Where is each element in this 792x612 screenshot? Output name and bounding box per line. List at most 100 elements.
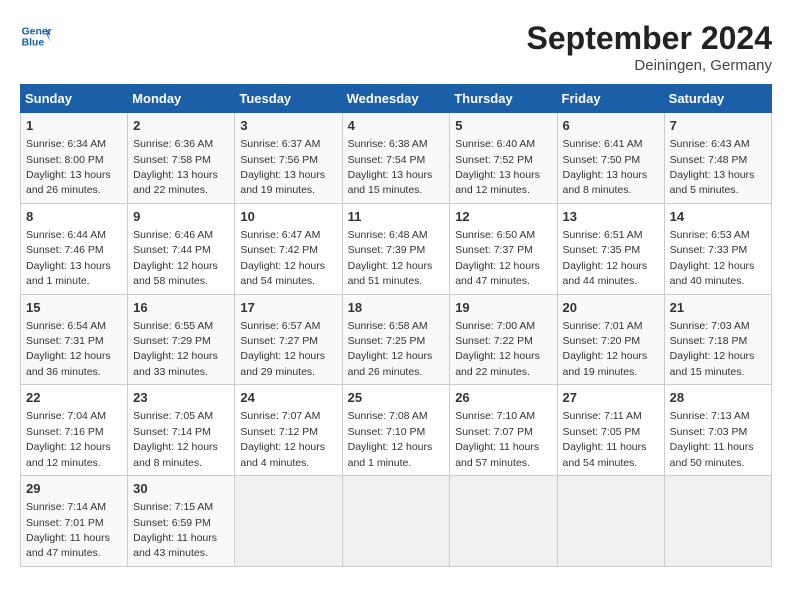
day-info: Sunrise: 6:41 AM Sunset: 7:50 PM Dayligh… [563,138,648,196]
day-info: Sunrise: 6:47 AM Sunset: 7:42 PM Dayligh… [240,229,325,287]
day-info: Sunrise: 6:57 AM Sunset: 7:27 PM Dayligh… [240,320,325,378]
day-number: 6 [563,117,659,135]
calendar-day-cell: 23Sunrise: 7:05 AM Sunset: 7:14 PM Dayli… [128,385,235,476]
svg-text:Blue: Blue [22,38,45,49]
calendar-day-cell [235,476,342,567]
day-info: Sunrise: 6:55 AM Sunset: 7:29 PM Dayligh… [133,320,218,378]
weekday-header: Thursday [450,85,557,113]
day-info: Sunrise: 6:54 AM Sunset: 7:31 PM Dayligh… [26,320,111,378]
day-info: Sunrise: 6:53 AM Sunset: 7:33 PM Dayligh… [670,229,755,287]
weekday-header: Monday [128,85,235,113]
calendar-day-cell: 13Sunrise: 6:51 AM Sunset: 7:35 PM Dayli… [557,203,664,294]
day-number: 26 [455,389,551,407]
day-number: 12 [455,208,551,226]
day-number: 28 [670,389,766,407]
day-number: 27 [563,389,659,407]
day-number: 13 [563,208,659,226]
day-info: Sunrise: 6:46 AM Sunset: 7:44 PM Dayligh… [133,229,218,287]
calendar-day-cell: 16 Sunrise: 6:55 AM Sunset: 7:29 PM Dayli… [128,294,235,385]
day-info: Sunrise: 7:10 AM Sunset: 7:07 PM Dayligh… [455,410,539,468]
calendar-week-row: 15 Sunrise: 6:54 AM Sunset: 7:31 PM Dayli… [21,294,772,385]
calendar-table: SundayMondayTuesdayWednesdayThursdayFrid… [20,84,772,567]
title-area: September 2024 Deiningen, Germany [527,20,772,74]
day-number: 11 [348,208,445,226]
calendar-day-cell [557,476,664,567]
day-info: Sunrise: 6:50 AM Sunset: 7:37 PM Dayligh… [455,229,540,287]
day-number: 25 [348,389,445,407]
day-number: 1 [26,117,122,135]
day-number: 24 [240,389,336,407]
calendar-day-cell: 22 Sunrise: 7:04 AM Sunset: 7:16 PM Dayli… [21,385,128,476]
calendar-day-cell [342,476,450,567]
day-info: Sunrise: 6:58 AM Sunset: 7:25 PM Dayligh… [348,320,433,378]
day-number: 4 [348,117,445,135]
day-info: Sunrise: 6:40 AM Sunset: 7:52 PM Dayligh… [455,138,540,196]
calendar-day-cell: 27 Sunrise: 7:11 AM Sunset: 7:05 PM Dayli… [557,385,664,476]
calendar-week-row: 29 Sunrise: 7:14 AM Sunset: 7:01 PM Dayli… [21,476,772,567]
header-row: SundayMondayTuesdayWednesdayThursdayFrid… [21,85,772,113]
calendar-day-cell: 9Sunrise: 6:46 AM Sunset: 7:44 PM Daylig… [128,203,235,294]
calendar-day-cell: 20Sunrise: 7:01 AM Sunset: 7:20 PM Dayli… [557,294,664,385]
calendar-day-cell: 14 Sunrise: 6:53 AM Sunset: 7:33 PM Dayli… [664,203,771,294]
day-info: Sunrise: 7:14 AM Sunset: 7:01 PM Dayligh… [26,501,110,559]
day-info: Sunrise: 7:05 AM Sunset: 7:14 PM Dayligh… [133,410,218,468]
month-title: September 2024 [527,20,772,57]
calendar-day-cell [450,476,557,567]
day-number: 20 [563,299,659,317]
day-number: 2 [133,117,229,135]
calendar-day-cell: 25 Sunrise: 7:08 AM Sunset: 7:10 PM Dayli… [342,385,450,476]
calendar-week-row: 1 Sunrise: 6:34 AM Sunset: 8:00 PM Daylig… [21,113,772,204]
day-number: 17 [240,299,336,317]
day-number: 7 [670,117,766,135]
day-number: 18 [348,299,445,317]
day-info: Sunrise: 6:48 AM Sunset: 7:39 PM Dayligh… [348,229,433,287]
weekday-header: Saturday [664,85,771,113]
day-info: Sunrise: 7:00 AM Sunset: 7:22 PM Dayligh… [455,320,540,378]
day-number: 3 [240,117,336,135]
day-info: Sunrise: 6:44 AM Sunset: 7:46 PM Dayligh… [26,229,111,287]
calendar-day-cell: 19Sunrise: 7:00 AM Sunset: 7:22 PM Dayli… [450,294,557,385]
day-number: 8 [26,208,122,226]
weekday-header: Wednesday [342,85,450,113]
calendar-day-cell: 7Sunrise: 6:43 AM Sunset: 7:48 PM Daylig… [664,113,771,204]
day-number: 21 [670,299,766,317]
weekday-header: Tuesday [235,85,342,113]
calendar-day-cell: 15 Sunrise: 6:54 AM Sunset: 7:31 PM Dayli… [21,294,128,385]
day-info: Sunrise: 6:38 AM Sunset: 7:54 PM Dayligh… [348,138,433,196]
day-number: 14 [670,208,766,226]
calendar-day-cell: 21 Sunrise: 7:03 AM Sunset: 7:18 PM Dayli… [664,294,771,385]
calendar-day-cell: 17 Sunrise: 6:57 AM Sunset: 7:27 PM Dayli… [235,294,342,385]
day-info: Sunrise: 7:04 AM Sunset: 7:16 PM Dayligh… [26,410,111,468]
calendar-day-cell: 12 Sunrise: 6:50 AM Sunset: 7:37 PM Dayli… [450,203,557,294]
weekday-header: Sunday [21,85,128,113]
day-number: 30 [133,480,229,498]
calendar-day-cell [664,476,771,567]
day-info: Sunrise: 6:36 AM Sunset: 7:58 PM Dayligh… [133,138,218,196]
calendar-day-cell: 30Sunrise: 7:15 AM Sunset: 6:59 PM Dayli… [128,476,235,567]
day-number: 29 [26,480,122,498]
calendar-day-cell: 29 Sunrise: 7:14 AM Sunset: 7:01 PM Dayli… [21,476,128,567]
day-number: 5 [455,117,551,135]
day-info: Sunrise: 7:08 AM Sunset: 7:10 PM Dayligh… [348,410,433,468]
day-number: 15 [26,299,122,317]
day-number: 10 [240,208,336,226]
calendar-day-cell: 24 Sunrise: 7:07 AM Sunset: 7:12 PM Dayli… [235,385,342,476]
calendar-day-cell: 11 Sunrise: 6:48 AM Sunset: 7:39 PM Dayli… [342,203,450,294]
calendar-week-row: 8 Sunrise: 6:44 AM Sunset: 7:46 PM Daylig… [21,203,772,294]
logo: General Blue [20,20,52,52]
location: Deiningen, Germany [527,57,772,74]
day-info: Sunrise: 7:03 AM Sunset: 7:18 PM Dayligh… [670,320,755,378]
calendar-day-cell: 8 Sunrise: 6:44 AM Sunset: 7:46 PM Daylig… [21,203,128,294]
day-info: Sunrise: 7:11 AM Sunset: 7:05 PM Dayligh… [563,410,647,468]
calendar-day-cell: 28Sunrise: 7:13 AM Sunset: 7:03 PM Dayli… [664,385,771,476]
calendar-week-row: 22 Sunrise: 7:04 AM Sunset: 7:16 PM Dayli… [21,385,772,476]
day-info: Sunrise: 6:34 AM Sunset: 8:00 PM Dayligh… [26,138,111,196]
weekday-header: Friday [557,85,664,113]
calendar-day-cell: 6 Sunrise: 6:41 AM Sunset: 7:50 PM Daylig… [557,113,664,204]
day-info: Sunrise: 7:07 AM Sunset: 7:12 PM Dayligh… [240,410,325,468]
day-number: 16 [133,299,229,317]
calendar-day-cell: 2 Sunrise: 6:36 AM Sunset: 7:58 PM Daylig… [128,113,235,204]
day-number: 22 [26,389,122,407]
calendar-day-cell: 1 Sunrise: 6:34 AM Sunset: 8:00 PM Daylig… [21,113,128,204]
logo-icon: General Blue [20,20,52,52]
